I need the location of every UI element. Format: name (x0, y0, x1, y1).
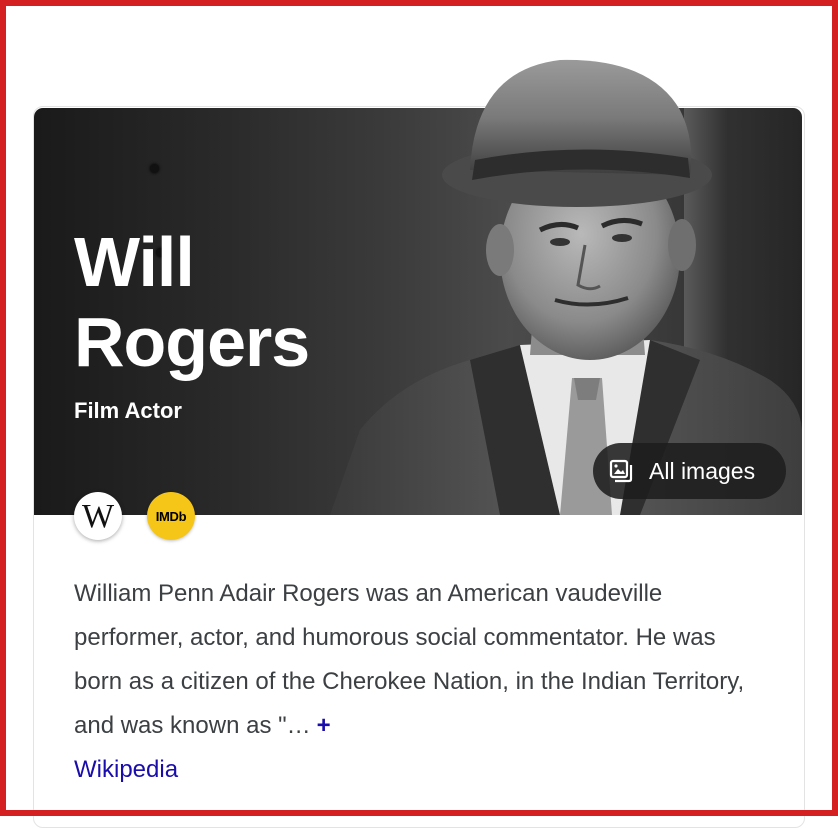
all-images-button[interactable]: All images (593, 443, 786, 499)
entity-subtitle: Film Actor (74, 398, 182, 423)
title-line-1: Will (74, 223, 195, 301)
plus-icon[interactable]: + (317, 712, 331, 739)
imdb-source-link[interactable]: IMDb (147, 492, 195, 540)
wikipedia-text-link[interactable]: Wikipedia (74, 752, 178, 788)
wikipedia-icon: W (81, 498, 115, 535)
title-line-2: Rogers (74, 303, 310, 381)
description-text: William Penn Adair Rogers was an America… (74, 580, 745, 739)
entity-title: Will Rogers (74, 222, 310, 382)
wikipedia-source-link[interactable]: W (74, 492, 122, 540)
images-icon (609, 459, 633, 483)
imdb-icon: IMDb (155, 508, 187, 524)
entity-description: William Penn Adair Rogers was an America… (74, 572, 764, 748)
all-images-label: All images (649, 458, 756, 484)
